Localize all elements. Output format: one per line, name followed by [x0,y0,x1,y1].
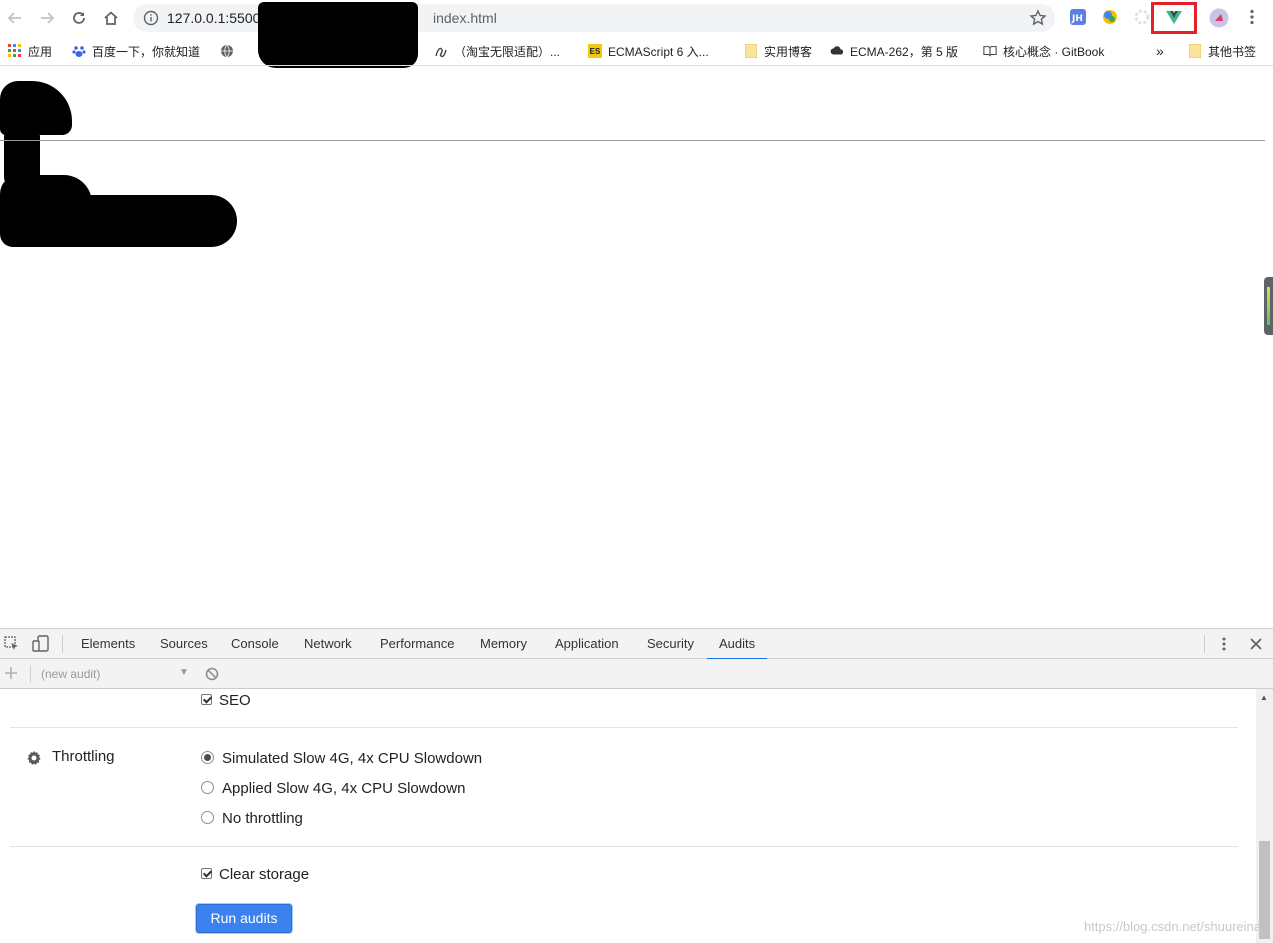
script-icon [434,44,448,58]
toolbar-separator [30,665,31,683]
inspect-element-icon[interactable] [4,636,20,655]
jh-extension-icon[interactable]: JH [1069,8,1087,26]
scroll-up-icon[interactable]: ▲ [1260,693,1268,702]
colorful-extension-icon[interactable] [1101,8,1119,26]
throttling-option-label: No throttling [222,810,303,827]
bookmark-apps[interactable]: 应用 [8,42,52,60]
browser-toolbar: 127.0.0.1:5500 index.html JH [0,0,1273,68]
forward-arrow-icon [41,12,55,24]
bookmark-label: 核心概念 · GitBook [1003,44,1105,59]
tab-console[interactable]: Console [231,629,279,659]
back-button[interactable] [3,6,27,30]
seo-label: SEO [219,692,251,709]
clear-storage-label: Clear storage [219,866,310,883]
throttling-label: Throttling [52,748,115,765]
avatar-icon[interactable] [1209,8,1229,28]
page-viewport [0,67,1273,627]
section-divider [10,846,1238,847]
gear-extension-icon[interactable] [1133,8,1151,26]
bookmark-star-icon[interactable] [1029,9,1047,27]
tab-network[interactable]: Network [304,629,352,659]
bookmark-label: 其他书签 [1208,44,1257,59]
url-host: 127.0.0.1:5500 [167,10,261,26]
bookmark-label: 百度一下，你就知道 [92,44,201,59]
tab-memory[interactable]: Memory [480,629,527,659]
throttling-radio-none[interactable] [201,811,214,824]
tab-elements[interactable]: Elements [81,629,135,659]
audit-select[interactable]: (new audit) [41,667,100,681]
run-audits-button[interactable]: Run audits [196,904,292,933]
close-devtools-icon[interactable] [1248,636,1264,655]
bookmark-other[interactable]: 其他书签 [1188,42,1256,60]
url-path: index.html [433,10,497,26]
tab-audits[interactable]: Audits [706,629,768,660]
throttling-option-label: Simulated Slow 4G, 4x CPU Slowdown [222,750,483,767]
tab-performance[interactable]: Performance [380,629,454,659]
clear-storage-checkbox[interactable] [201,868,212,879]
bookmark-folder-blogs[interactable]: 实用博客 [744,42,812,60]
audits-settings: SEO Throttling Simulated Slow 4G, 4x CPU… [0,689,1256,943]
dropdown-arrow-icon[interactable]: ▼ [179,667,189,678]
audits-toolbar: (new audit) ▼ [0,659,1273,689]
new-audit-plus-icon[interactable] [4,666,18,683]
folder-icon [744,44,758,58]
devtools-scrollbar[interactable]: ▲ [1256,689,1273,943]
back-arrow-icon [7,12,21,24]
bookmark-label: ECMA-262，第 5 版 [850,44,959,59]
devtools-tabbar: Elements Sources Console Network Perform… [0,629,1273,660]
bookmark-label: （淘宝无限适配）... [454,44,561,59]
clear-audits-icon[interactable] [205,667,219,684]
page-divider [0,140,1265,141]
baidu-paw-icon [72,44,86,58]
bookmark-baidu[interactable]: 百度一下，你就知道 [72,42,200,60]
svg-text:JH: JH [1071,14,1083,24]
home-button[interactable] [99,6,123,30]
throttling-radio-simulated[interactable] [201,751,214,764]
toolbar-separator [1204,635,1205,653]
apps-grid-icon [8,44,22,58]
chrome-menu-icon[interactable] [1243,8,1261,26]
tab-application[interactable]: Application [555,629,619,659]
vue-devtools-icon[interactable] [1165,8,1183,26]
bookmark-ecma262[interactable]: ECMA-262，第 5 版 [830,42,958,60]
book-icon [983,44,997,58]
devtools-panel: Elements Sources Console Network Perform… [0,628,1273,943]
folder-icon [1188,44,1202,58]
home-icon [104,11,118,25]
seo-checkbox[interactable] [201,694,212,705]
devtools-menu-icon[interactable] [1216,636,1232,655]
bookmark-label: ECMAScript 6 入... [608,44,709,59]
reload-button[interactable] [67,6,91,30]
tab-security[interactable]: Security [647,629,694,659]
throttling-radio-applied[interactable] [201,781,214,794]
device-toolbar-icon[interactable] [32,635,50,656]
gear-icon [26,750,42,770]
bookmark-ecmascript6[interactable]: ES ECMAScript 6 入... [588,42,709,60]
bookmark-label: 应用 [28,44,53,59]
bookmark-gitbook[interactable]: 核心概念 · GitBook [983,42,1104,60]
reload-icon [73,12,85,24]
toolbar-separator [62,635,63,653]
cloud-icon [830,44,844,58]
es-badge-icon: ES [588,44,602,58]
info-icon[interactable] [143,10,159,26]
overflow-chevron-icon: » [1156,43,1164,59]
side-panel-handle[interactable] [1264,277,1273,335]
redaction-mark [0,195,237,247]
tab-sources[interactable]: Sources [160,629,208,659]
bookmarks-bar: 应用 百度一下，你就知道 （淘宝无限适配）... ES ECMAScript 6… [0,36,1273,66]
watermark: https://blog.csdn.net/shuureina [1083,919,1261,934]
throttling-option-label: Applied Slow 4G, 4x CPU Slowdown [222,780,466,797]
bookmark-taobao-adapt[interactable]: （淘宝无限适配）... [434,42,560,60]
bookmark-label: 实用博客 [764,44,813,59]
globe-icon [220,44,234,58]
forward-button[interactable] [35,6,59,30]
section-divider [10,727,1238,728]
bookmark-redacted[interactable] [220,42,234,60]
bookmarks-overflow-button[interactable]: » [1156,42,1164,60]
